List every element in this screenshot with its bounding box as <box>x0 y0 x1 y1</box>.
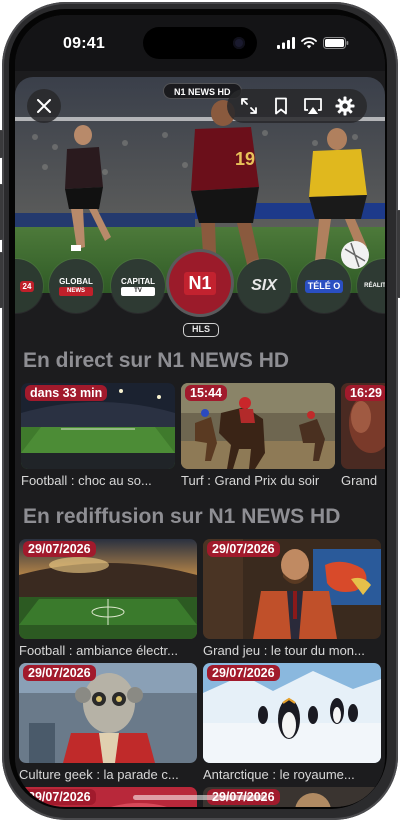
home-indicator[interactable] <box>133 795 267 800</box>
airplay-icon <box>304 98 322 114</box>
player-sheet: 19 N1 NEWS HD 24 GLOBAL NEWS CAPITAL TV … <box>15 77 385 807</box>
volume-up-button <box>0 184 3 240</box>
camera-icon <box>233 37 245 49</box>
live-card-turf[interactable]: 15:44 Turf : Grand Prix du soir <box>181 383 335 488</box>
program-title: Antarctique : le royaume... <box>203 767 355 782</box>
bookmark-button[interactable] <box>269 94 293 118</box>
fullscreen-button[interactable] <box>237 94 261 118</box>
close-button[interactable] <box>27 89 61 123</box>
live-card-partial[interactable]: 16:29 Grand <box>341 383 385 488</box>
cellular-signal-icon <box>277 37 295 49</box>
channel-logo-realite[interactable]: RÉALITÉ <box>357 259 385 313</box>
program-title: Grand jeu : le tour du mon... <box>203 643 365 658</box>
channel-logo-capital-tv[interactable]: CAPITAL TV <box>111 259 165 313</box>
program-title: Football : choc au so... <box>21 473 152 488</box>
start-time-badge: dans 33 min <box>25 385 108 401</box>
player-toolbar <box>227 89 367 123</box>
program-title: Culture geek : la parade c... <box>19 767 179 782</box>
dynamic-island <box>143 27 257 59</box>
channel-logo-six[interactable]: SIX <box>237 259 291 313</box>
live-section-title: En direct sur N1 NEWS HD <box>23 349 290 372</box>
program-title: Turf : Grand Prix du soir <box>181 473 320 488</box>
settings-button[interactable] <box>333 94 357 118</box>
status-bar: 09:41 <box>15 15 385 71</box>
thumbnail: 29/07/2026 <box>19 539 197 639</box>
date-badge: 29/07/2026 <box>23 541 96 557</box>
channel-carousel: 24 GLOBAL NEWS CAPITAL TV N1 SIX TÉLÉ O … <box>15 252 385 317</box>
date-badge: 29/07/2026 <box>23 789 96 805</box>
mute-switch <box>0 130 3 158</box>
close-icon <box>37 99 51 113</box>
stream-format-badge: HLS <box>183 323 219 337</box>
airplay-button[interactable] <box>301 94 325 118</box>
replay-section-title: En rediffusion sur N1 NEWS HD <box>23 505 341 528</box>
program-title: Grand <box>341 473 378 488</box>
replay-card-football[interactable]: 29/07/2026 Football : ambiance électr... <box>19 539 197 658</box>
thumbnail: 29/07/2026 <box>203 663 381 763</box>
program-title: Football : ambiance électr... <box>19 643 178 658</box>
channel-logo-global-news[interactable]: GLOBAL NEWS <box>49 259 103 313</box>
channel-logo-tele-o[interactable]: TÉLÉ O <box>297 259 351 313</box>
expand-arrows-icon <box>241 98 257 114</box>
thumbnail: dans 33 min <box>21 383 175 469</box>
thumbnail: 15:44 <box>181 383 335 469</box>
live-card-football[interactable]: dans 33 min Football : choc au so... <box>21 383 175 488</box>
status-icons <box>277 37 349 49</box>
date-badge: 29/07/2026 <box>207 541 280 557</box>
replay-card-culture-geek[interactable]: 29/07/2026 Culture geek : la parade c... <box>19 663 197 782</box>
status-time: 09:41 <box>63 35 105 52</box>
start-time-badge: 15:44 <box>185 385 227 401</box>
wifi-icon <box>301 37 317 49</box>
thumbnail: 29/07/2026 <box>203 539 381 639</box>
screen: 09:41 19 N1 NEWS HD 24 GLOBAL NEWS CAPIT… <box>15 15 385 807</box>
channel-logo-n1-active[interactable]: N1 <box>169 252 231 314</box>
volume-down-button <box>0 252 3 308</box>
date-badge: 29/07/2026 <box>207 665 280 681</box>
gear-icon <box>335 96 355 116</box>
date-badge: 29/07/2026 <box>23 665 96 681</box>
replay-card-antarctique[interactable]: 29/07/2026 Antarctique : le royaume... <box>203 663 381 782</box>
bookmark-icon <box>275 97 287 115</box>
battery-icon <box>323 37 349 49</box>
channel-logo-24[interactable]: 24 <box>15 259 43 313</box>
replay-card-grand-jeu[interactable]: 29/07/2026 Grand jeu : le tour du mon... <box>203 539 381 658</box>
thumbnail: 16:29 <box>341 383 385 469</box>
start-time-badge: 16:29 <box>345 385 385 401</box>
svg-text:19: 19 <box>235 149 255 169</box>
thumbnail: 29/07/2026 <box>19 663 197 763</box>
